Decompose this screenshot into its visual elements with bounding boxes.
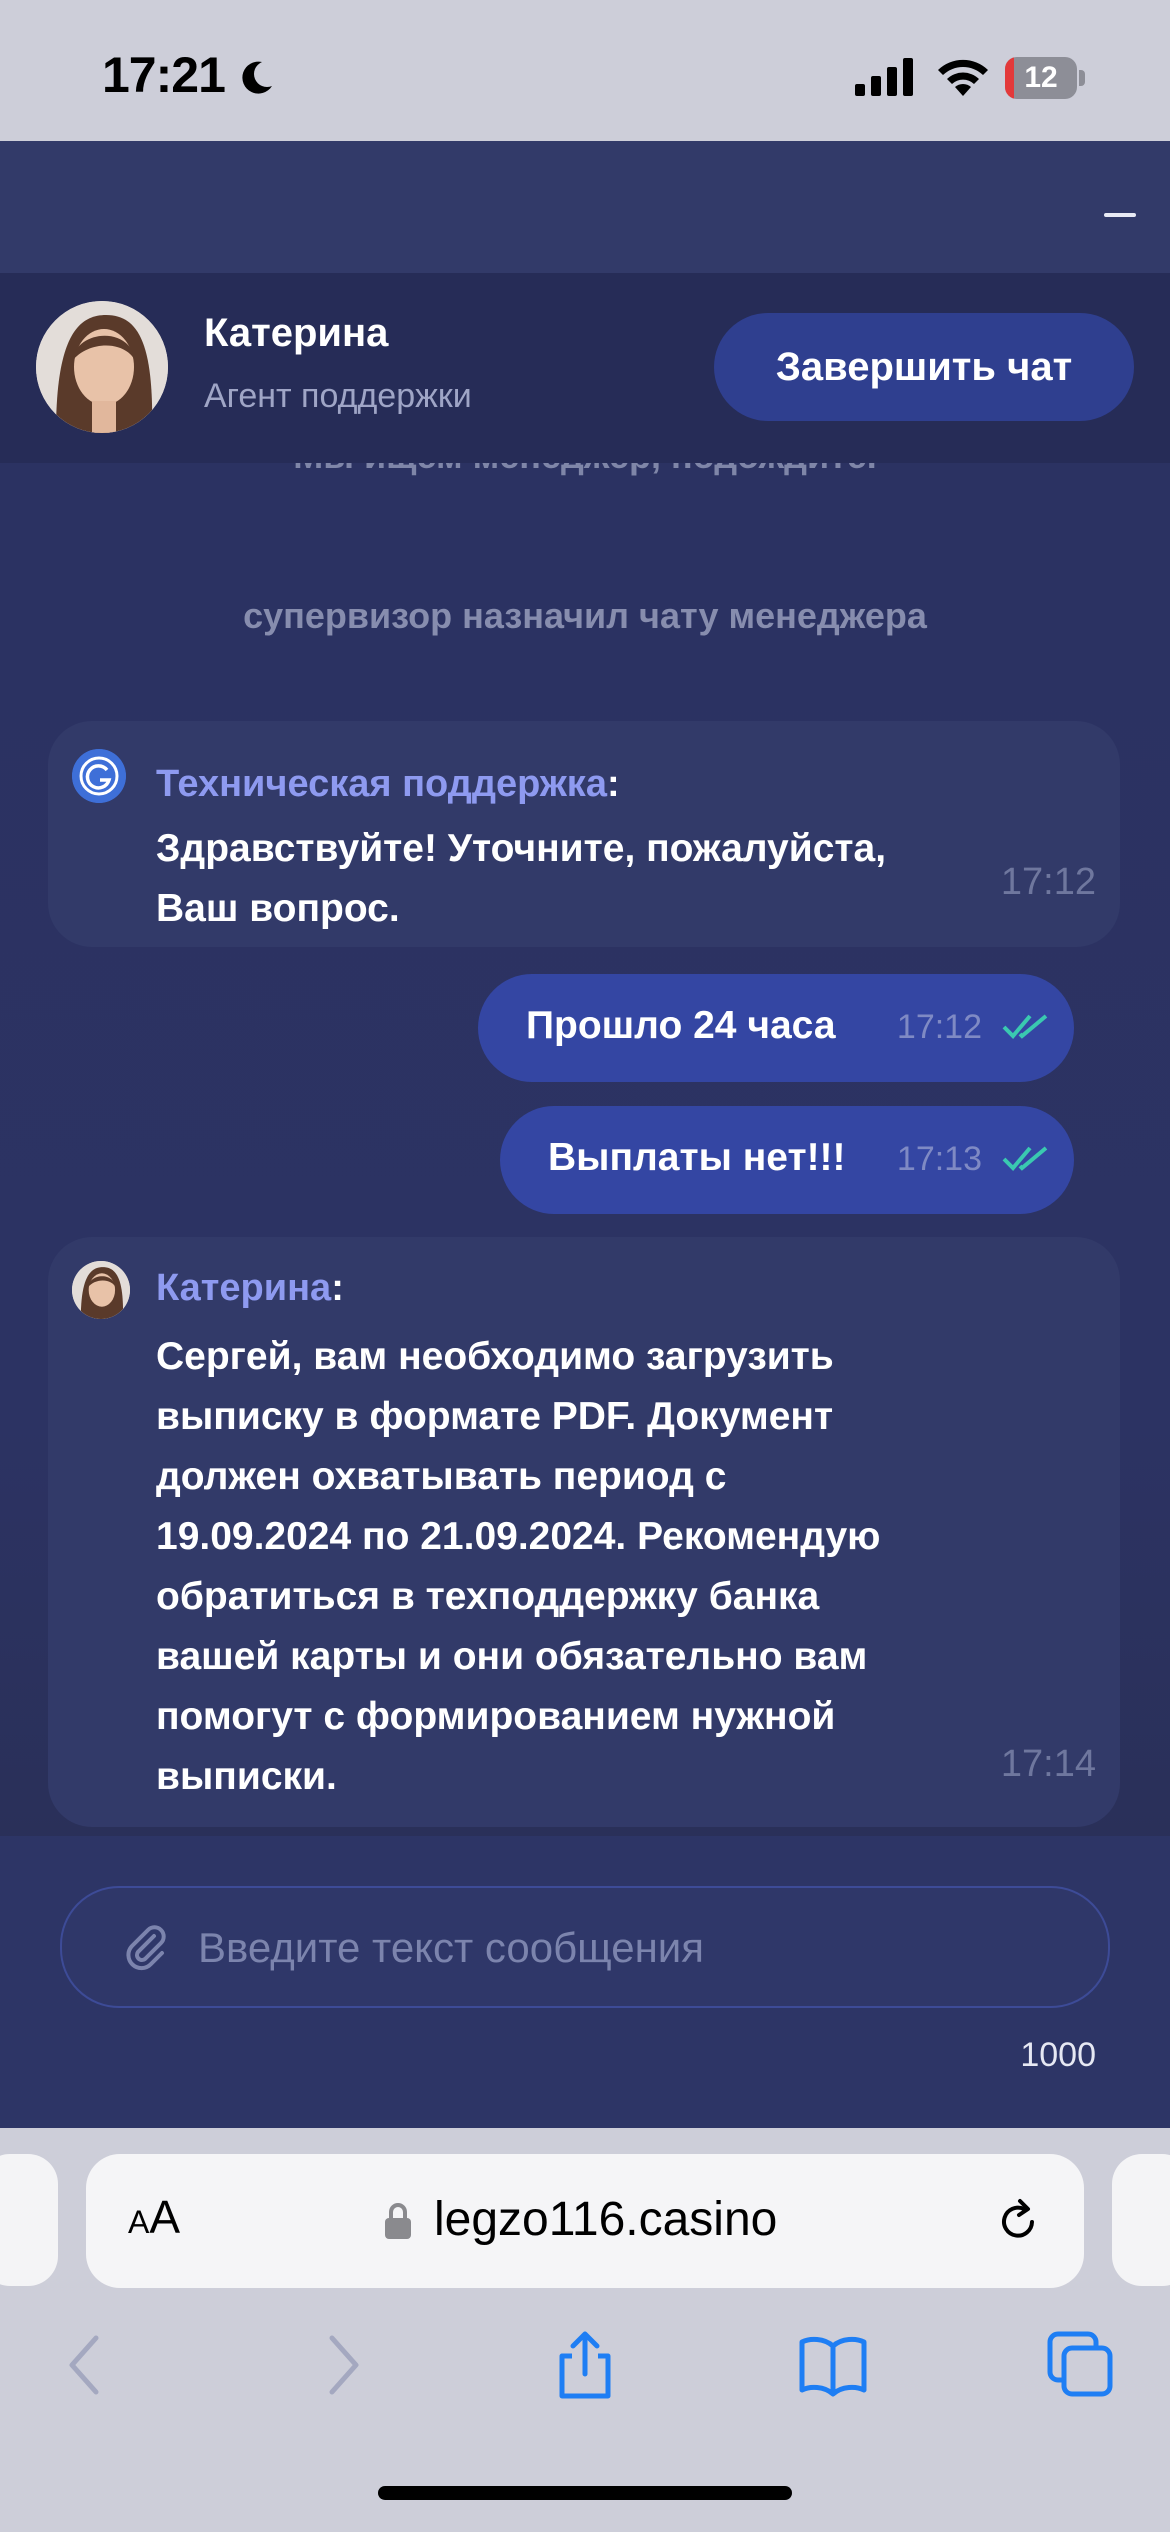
message-text: Сергей, вам необходимо загрузить выписку… — [156, 1327, 1016, 1807]
message-time: 17:12 — [896, 1008, 982, 1046]
read-check-icon — [1002, 1014, 1048, 1039]
message-line: выписку в формате PDF. Документ — [156, 1395, 834, 1438]
forward-icon[interactable] — [306, 2330, 376, 2400]
message-time: 17:12 — [1000, 861, 1096, 903]
bookmarks-icon[interactable] — [798, 2330, 868, 2400]
system-message: Мы ищем менеджер, подождите. — [0, 463, 1170, 477]
moon-icon — [242, 61, 272, 94]
lock-icon — [385, 2203, 411, 2239]
message-input[interactable] — [196, 1888, 1080, 2008]
char-limit: 1000 — [1020, 2036, 1096, 2074]
home-indicator — [378, 2486, 792, 2500]
message-composer: 1000 — [0, 1836, 1170, 2128]
agent-avatar-small — [72, 1261, 130, 1319]
browser-toolbar: AA legzo116.casino — [0, 2128, 1170, 2532]
attach-icon[interactable] — [120, 1920, 172, 1972]
cellular-signal-icon — [855, 58, 913, 96]
next-tab[interactable] — [1112, 2154, 1170, 2286]
status-bar: 17:21 12 — [0, 0, 1170, 141]
status-time: 17:21 — [102, 47, 226, 103]
back-icon[interactable] — [52, 2330, 122, 2400]
outgoing-message: Прошло 24 часа 17:12 — [478, 974, 1074, 1082]
agent-role: Агент поддержки — [204, 377, 472, 415]
message-sender: Катерина — [156, 1267, 332, 1309]
agent-name: Катерина — [204, 311, 389, 355]
tabs-icon[interactable] — [1046, 2330, 1116, 2400]
support-logo-icon — [72, 749, 126, 803]
url-text: legzo116.casino — [434, 2193, 778, 2246]
message-text: Здравствуйте! Уточните, пожалуйста, Ваш … — [156, 819, 1016, 939]
incoming-message: Катерина: Сергей, вам необходимо загрузи… — [48, 1237, 1120, 1827]
message-text: Прошло 24 часа — [526, 1004, 836, 1047]
share-icon[interactable] — [550, 2330, 620, 2400]
message-line: Здравствуйте! Уточните, пожалуйста, — [156, 827, 887, 870]
aa-large-letter: A — [149, 2191, 181, 2243]
message-line: обратиться в техподдержку банка — [156, 1575, 820, 1618]
message-line: должен охватывать период с — [156, 1455, 727, 1498]
chat-header — [0, 141, 1170, 273]
agent-avatar — [36, 301, 168, 433]
message-line: Сергей, вам необходимо загрузить — [156, 1335, 834, 1378]
minimize-button[interactable] — [1104, 213, 1136, 217]
message-line: вашей карты и они обязательно вам — [156, 1635, 868, 1678]
aa-small-letter: A — [128, 2204, 150, 2240]
message-sender-line: Катерина: — [156, 1267, 344, 1309]
read-check-icon — [1002, 1146, 1048, 1171]
message-sender-line: Техническая поддержка: — [156, 763, 620, 805]
battery-level: 12 — [1024, 61, 1058, 94]
message-list[interactable]: Мы ищем менеджер, подождите. супервизор … — [0, 463, 1170, 1836]
message-input-box[interactable] — [60, 1886, 1110, 2008]
message-line: 19.09.2024 по 21.09.2024. Рекомендую — [156, 1515, 881, 1558]
incoming-message: Техническая поддержка: Здравствуйте! Уто… — [48, 721, 1120, 947]
system-message: супервизор назначил чату менеджера — [243, 595, 927, 636]
wifi-icon — [938, 59, 988, 96]
reader-options-button[interactable]: AA — [128, 2190, 180, 2244]
message-line: Ваш вопрос. — [156, 887, 400, 930]
message-line: помогут с формированием нужной — [156, 1695, 836, 1738]
end-chat-button[interactable]: Завершить чат — [714, 313, 1134, 421]
message-time: 17:14 — [1000, 1743, 1096, 1785]
message-text: Выплаты нет!!! — [548, 1136, 846, 1179]
agent-bar: Катерина Агент поддержки Завершить чат — [0, 273, 1170, 463]
address-bar[interactable]: AA legzo116.casino — [86, 2154, 1084, 2288]
previous-tab[interactable] — [0, 2154, 58, 2286]
message-time: 17:13 — [896, 1140, 982, 1178]
reload-icon[interactable] — [994, 2198, 1042, 2246]
outgoing-message: Выплаты нет!!! 17:13 — [500, 1106, 1074, 1214]
message-sender: Техническая поддержка — [156, 763, 607, 805]
battery-indicator: 12 — [1005, 57, 1085, 99]
message-line: выписки. — [156, 1755, 337, 1798]
